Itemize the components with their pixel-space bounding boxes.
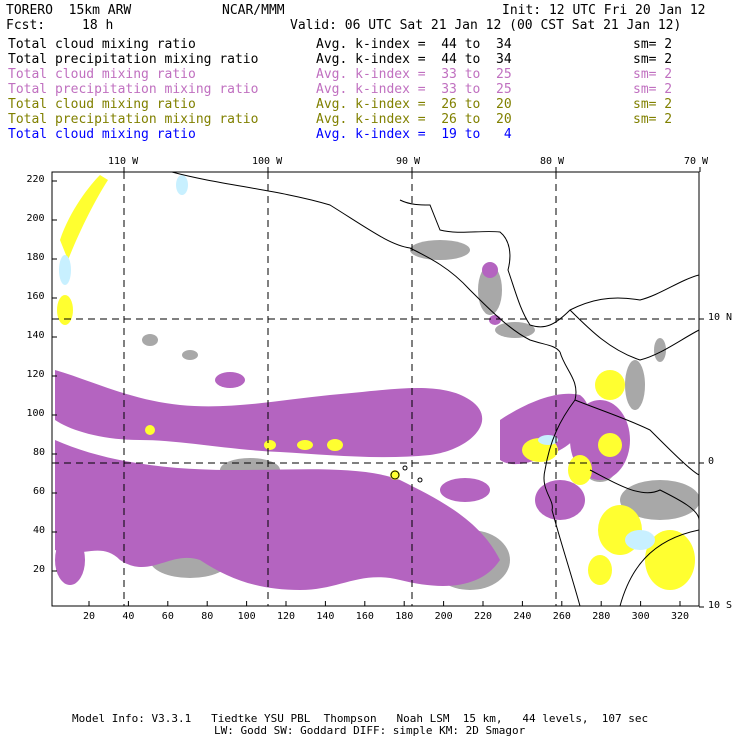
longitude-label: 100 W bbox=[252, 156, 283, 167]
y-tick-label: 200 bbox=[26, 213, 45, 224]
map-plot bbox=[51, 167, 704, 608]
y-tick-label: 180 bbox=[26, 252, 45, 263]
x-tick-label: 240 bbox=[513, 611, 532, 622]
x-tick-label: 40 bbox=[122, 611, 135, 622]
latitude-label: 0 bbox=[708, 456, 715, 467]
x-tick-label: 220 bbox=[474, 611, 493, 622]
longitude-label: 90 W bbox=[396, 156, 421, 167]
x-tick-label: 20 bbox=[83, 611, 96, 622]
x-tick-label: 80 bbox=[201, 611, 214, 622]
longitude-label: 70 W bbox=[684, 156, 709, 167]
y-tick-label: 20 bbox=[33, 564, 46, 575]
x-tick-label: 100 bbox=[237, 611, 256, 622]
y-tick-label: 220 bbox=[26, 174, 45, 185]
latitude-label: 10 N bbox=[708, 312, 733, 323]
x-tick-label: 280 bbox=[592, 611, 611, 622]
y-tick-label: 100 bbox=[26, 408, 45, 419]
y-tick-label: 40 bbox=[33, 525, 46, 536]
x-tick-label: 300 bbox=[631, 611, 650, 622]
x-tick-label: 200 bbox=[434, 611, 453, 622]
x-tick-label: 320 bbox=[671, 611, 690, 622]
x-tick-label: 160 bbox=[355, 611, 374, 622]
y-tick-label: 80 bbox=[33, 447, 46, 458]
y-tick-label: 160 bbox=[26, 291, 45, 302]
purple-cloud-areas bbox=[55, 262, 630, 590]
y-tick-label: 140 bbox=[26, 330, 45, 341]
y-tick-label: 60 bbox=[33, 486, 46, 497]
footer-physics-info: LW: Godd SW: Goddard DIFF: simple KM: 2D… bbox=[214, 724, 526, 737]
weather-map-figure: TORERO 15km ARW NCAR/MMM Init: 12 UTC Fr… bbox=[0, 0, 740, 740]
x-tick-label: 120 bbox=[277, 611, 296, 622]
x-tick-label: 180 bbox=[395, 611, 414, 622]
x-tick-label: 140 bbox=[316, 611, 335, 622]
latitude-label: 10 S bbox=[708, 600, 733, 611]
longitude-label: 80 W bbox=[540, 156, 565, 167]
longitude-label: 110 W bbox=[108, 156, 139, 167]
x-tick-label: 260 bbox=[552, 611, 571, 622]
y-tick-label: 120 bbox=[26, 369, 45, 380]
x-tick-label: 60 bbox=[161, 611, 174, 622]
